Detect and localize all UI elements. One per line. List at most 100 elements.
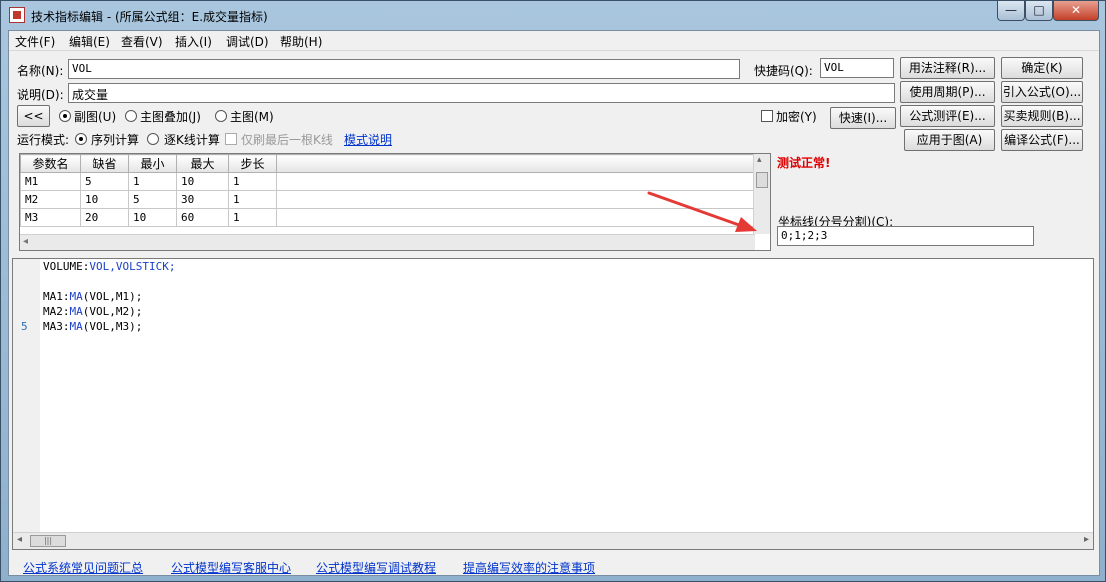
code-text[interactable]: VOLUME:VOL,VOLSTICK; MA1:MA(VOL,M1); MA2:… xyxy=(43,259,175,334)
mode-help-link[interactable]: 模式说明 xyxy=(344,131,392,148)
run-mode-label: 运行模式: xyxy=(17,133,70,147)
cell-name[interactable]: M2 xyxy=(20,190,81,209)
params-table: 参数名 缺省 最小 最大 步长 M1 5 1 10 1 M2 10 5 30 1… xyxy=(20,154,757,227)
support-center-link[interactable]: 公式模型编写客服中心 xyxy=(171,559,291,576)
axis-lines-input[interactable]: 0;1;2;3 xyxy=(777,226,1034,246)
code-line: VOLUME:VOL,VOLSTICK; xyxy=(43,259,175,274)
code-token: (VOL,M2); xyxy=(82,305,143,318)
params-vscroll[interactable]: ▴ xyxy=(753,154,770,234)
cell-step[interactable]: 1 xyxy=(228,208,277,227)
close-icon: ✕ xyxy=(1070,3,1082,17)
radio-main-overlay[interactable] xyxy=(125,110,137,122)
ok-button[interactable]: 确定(K) xyxy=(1001,57,1083,79)
usage-notes-button[interactable]: 用法注释(R)... xyxy=(900,57,995,79)
radio-mainchart[interactable] xyxy=(215,110,227,122)
table-row[interactable]: M3 20 10 60 1 xyxy=(20,208,757,227)
scroll-right-icon[interactable]: ▸ xyxy=(1084,534,1089,545)
params-grid[interactable]: 参数名 缺省 最小 最大 步长 M1 5 1 10 1 M2 10 5 30 1… xyxy=(19,153,771,251)
faq-link[interactable]: 公式系统常见问题汇总 xyxy=(23,559,143,576)
test-status: 测试正常! xyxy=(777,156,831,170)
code-token: VOLUME: xyxy=(43,260,90,273)
cell-step[interactable]: 1 xyxy=(228,190,277,209)
encrypt-label[interactable]: 加密(Y) xyxy=(776,108,817,125)
scroll-left-icon[interactable]: ◂ xyxy=(17,534,22,545)
encrypt-checkbox[interactable] xyxy=(761,110,773,122)
apply-to-chart-button[interactable]: 应用于图(A) xyxy=(904,129,995,151)
scroll-left-icon[interactable]: ◂ xyxy=(23,236,28,247)
dialog-body: 文件(F) 编辑(E) 查看(V) 插入(I) 调试(D) 帮助(H) 名称(N… xyxy=(8,30,1100,576)
radio-subchart[interactable] xyxy=(59,110,71,122)
col-header-name[interactable]: 参数名 xyxy=(20,154,81,173)
scroll-up-icon[interactable]: ▴ xyxy=(757,155,762,165)
params-hscroll[interactable]: ◂ xyxy=(20,234,755,250)
editor-hscroll[interactable]: ◂ ||| ▸ xyxy=(13,532,1093,549)
cell-min[interactable]: 10 xyxy=(128,208,177,227)
import-formula-button[interactable]: 引入公式(O)... xyxy=(1001,81,1083,103)
code-token: MA3: xyxy=(43,320,70,333)
menu-file[interactable]: 文件(F) xyxy=(15,33,55,50)
hotkey-input[interactable]: VOL xyxy=(820,58,894,78)
fast-button[interactable]: 快速(I)... xyxy=(830,107,896,129)
collapse-button[interactable]: << xyxy=(17,105,50,127)
radio-per-k-calc-label[interactable]: 逐K线计算 xyxy=(164,131,220,148)
cell-default[interactable]: 20 xyxy=(80,208,129,227)
code-token: VOL,VOLSTICK; xyxy=(89,260,176,273)
formula-test-button[interactable]: 公式测评(E)... xyxy=(900,105,995,127)
params-header-row: 参数名 缺省 最小 最大 步长 xyxy=(20,154,757,173)
col-header-blank xyxy=(276,154,757,173)
cell-default[interactable]: 5 xyxy=(80,172,129,191)
cell-name[interactable]: M3 xyxy=(20,208,81,227)
menu-view[interactable]: 查看(V) xyxy=(121,33,163,50)
radio-mainchart-label[interactable]: 主图(M) xyxy=(230,108,274,125)
maximize-button[interactable]: □ xyxy=(1025,1,1053,21)
menu-edit[interactable]: 编辑(E) xyxy=(69,33,110,50)
col-header-step[interactable]: 步长 xyxy=(228,154,277,173)
code-editor[interactable]: 5 VOLUME:VOL,VOLSTICK; MA1: MA (VOL,M1); MA… xyxy=(12,258,1094,550)
line-number: 5 xyxy=(21,320,28,333)
col-header-min[interactable]: 最小 xyxy=(128,154,177,173)
menu-insert[interactable]: 插入(I) xyxy=(175,33,212,50)
cell-max[interactable]: 60 xyxy=(176,208,229,227)
menu-debug[interactable]: 调试(D) xyxy=(226,33,269,50)
radio-subchart-label[interactable]: 副图(U) xyxy=(74,108,116,125)
close-button[interactable]: ✕ xyxy=(1053,1,1099,21)
desc-label: 说明(D): xyxy=(17,88,64,102)
minimize-icon: — xyxy=(1005,3,1017,17)
col-header-default[interactable]: 缺省 xyxy=(80,154,129,173)
cell-max[interactable]: 30 xyxy=(176,190,229,209)
compile-formula-button[interactable]: 编译公式(F)... xyxy=(1001,129,1083,151)
window-title: 技术指标编辑 - (所属公式组：E.成交量指标) xyxy=(31,10,268,24)
cell-name[interactable]: M1 xyxy=(20,172,81,191)
radio-serial-calc-label[interactable]: 序列计算 xyxy=(91,131,139,148)
code-keyword: MA xyxy=(69,320,83,333)
last-k-checkbox[interactable] xyxy=(225,133,237,145)
code-token: (VOL,M1); xyxy=(82,290,143,303)
trade-rules-button[interactable]: 买卖规则(B)... xyxy=(1001,105,1083,127)
radio-main-overlay-label[interactable]: 主图叠加(J) xyxy=(140,108,201,125)
name-input[interactable]: VOL xyxy=(68,59,740,79)
title-bar[interactable]: 技术指标编辑 - (所属公式组：E.成交量指标) — □ ✕ xyxy=(1,1,1105,30)
cell-step[interactable]: 1 xyxy=(228,172,277,191)
col-header-max[interactable]: 最大 xyxy=(176,154,229,173)
menu-help[interactable]: 帮助(H) xyxy=(280,33,322,50)
radio-per-k-calc[interactable] xyxy=(147,133,159,145)
formula-editor-window: 技术指标编辑 - (所属公式组：E.成交量指标) — □ ✕ 文件(F) 编辑(… xyxy=(0,0,1106,582)
params-vscroll-thumb[interactable] xyxy=(756,172,768,188)
code-token: MA1: xyxy=(43,290,70,303)
last-k-label: 仅刷最后一根K线 xyxy=(241,133,333,147)
cell-blank xyxy=(276,190,757,209)
tutorial-link[interactable]: 公式模型编写调试教程 xyxy=(316,559,436,576)
editor-hscroll-thumb[interactable]: ||| xyxy=(30,535,66,547)
radio-serial-calc[interactable] xyxy=(75,133,87,145)
desc-input[interactable]: 成交量 xyxy=(68,83,895,103)
cell-max[interactable]: 10 xyxy=(176,172,229,191)
cell-default[interactable]: 10 xyxy=(80,190,129,209)
cell-min[interactable]: 5 xyxy=(128,190,177,209)
efficiency-tips-link[interactable]: 提高编写效率的注意事项 xyxy=(463,559,595,576)
minimize-button[interactable]: — xyxy=(997,1,1025,21)
hotkey-label: 快捷码(Q): xyxy=(754,64,813,78)
table-row[interactable]: M2 10 5 30 1 xyxy=(20,190,757,209)
table-row[interactable]: M1 5 1 10 1 xyxy=(20,172,757,191)
period-button[interactable]: 使用周期(P)... xyxy=(900,81,995,103)
cell-min[interactable]: 1 xyxy=(128,172,177,191)
